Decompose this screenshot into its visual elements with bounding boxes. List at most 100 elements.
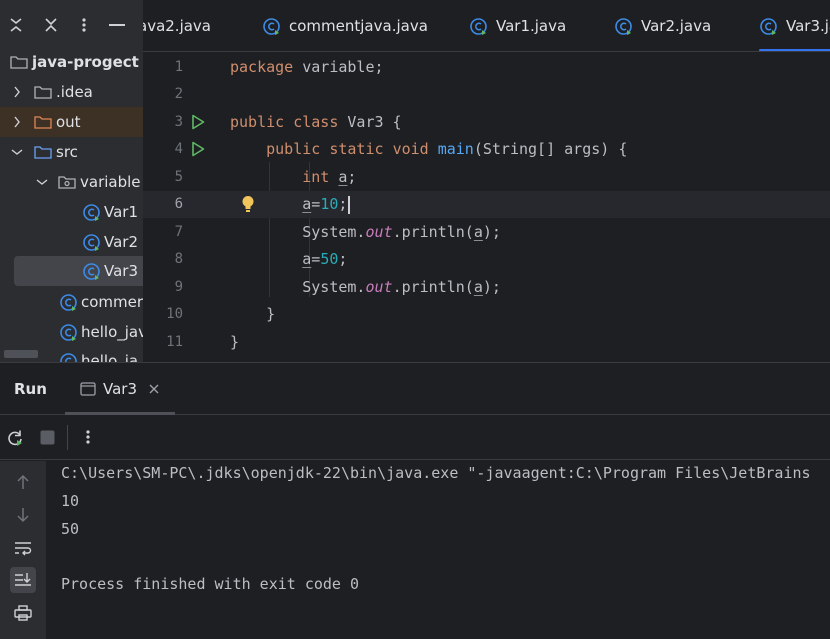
tab-var2-partial[interactable]: ava2.java bbox=[143, 0, 211, 51]
tree-item-variable[interactable]: variable bbox=[0, 167, 143, 197]
scroll-to-end-icon[interactable] bbox=[10, 567, 36, 593]
collapse-all-icon[interactable] bbox=[40, 14, 62, 36]
code-line[interactable]: 10 } bbox=[143, 301, 830, 328]
code-token: ); bbox=[482, 223, 501, 241]
code-token: = bbox=[311, 250, 321, 268]
code-token: a bbox=[302, 195, 312, 213]
code-token: main bbox=[437, 140, 474, 158]
stop-icon[interactable] bbox=[40, 430, 55, 445]
tree-root-project[interactable]: java-progect bbox=[0, 47, 143, 77]
arrow-up-icon[interactable] bbox=[10, 469, 36, 495]
line-number: 3 bbox=[174, 114, 183, 130]
run-config-tab[interactable]: Var3 bbox=[65, 363, 175, 415]
code-line[interactable]: 7 System.out.println(a); bbox=[143, 219, 830, 246]
code-token: 10 bbox=[320, 195, 339, 213]
code-token: .println( bbox=[392, 223, 474, 241]
tree-item-src[interactable]: src bbox=[0, 137, 143, 167]
line-number: 11 bbox=[166, 334, 183, 350]
run-tool-window: Run Var3 C:\Users\SM-PC\.jdks\openjdk-22… bbox=[0, 362, 830, 639]
java-class-icon bbox=[59, 323, 78, 342]
code-line[interactable]: 2 bbox=[143, 81, 830, 108]
code-line[interactable]: 8 a=50; bbox=[143, 246, 830, 273]
code-line[interactable]: 1 package variable; bbox=[143, 54, 830, 81]
tree-label: out bbox=[56, 113, 81, 131]
line-number: 10 bbox=[166, 306, 183, 322]
tab-label: Var3.ja bbox=[786, 17, 830, 35]
code-token: a bbox=[473, 278, 483, 296]
code-line[interactable]: 5 int a; bbox=[143, 164, 830, 191]
package-icon bbox=[58, 175, 76, 189]
more-options-icon[interactable] bbox=[86, 429, 90, 445]
code-token: public bbox=[230, 113, 285, 131]
code-token: ; bbox=[338, 250, 348, 268]
code-line[interactable]: 11 } bbox=[143, 329, 830, 356]
console-line: 10 bbox=[61, 492, 80, 510]
console-line: 50 bbox=[61, 520, 80, 538]
code-token: 50 bbox=[320, 250, 339, 268]
source-folder-icon bbox=[34, 145, 52, 159]
project-panel: java-progect .idea out src variable Var1… bbox=[0, 0, 143, 362]
code-token: int bbox=[302, 168, 330, 186]
chevron-right-icon[interactable] bbox=[10, 85, 24, 99]
print-icon[interactable] bbox=[10, 600, 36, 626]
console-line: C:\Users\SM-PC\.jdks\openjdk-22\bin\java… bbox=[61, 464, 811, 482]
code-token: ; bbox=[338, 195, 348, 213]
code-token: void bbox=[392, 140, 429, 158]
expand-all-icon[interactable] bbox=[5, 14, 27, 36]
java-class-icon bbox=[82, 262, 101, 281]
tree-item-hello-java[interactable]: hello_jav bbox=[0, 317, 143, 347]
code-token: a bbox=[302, 250, 312, 268]
clear-console-icon[interactable] bbox=[10, 631, 36, 639]
code-token: } bbox=[230, 333, 240, 351]
tree-item-var3[interactable]: Var3 bbox=[14, 256, 143, 286]
tab-commentjava[interactable]: commentjava.java bbox=[262, 0, 428, 51]
project-toolbar bbox=[0, 0, 143, 52]
line-number: 1 bbox=[174, 59, 183, 75]
java-class-icon bbox=[82, 233, 101, 252]
tree-item-commentjava[interactable]: commer bbox=[0, 287, 143, 317]
options-menu-icon[interactable] bbox=[73, 14, 95, 36]
run-gutter-icon[interactable] bbox=[189, 140, 207, 158]
tab-var3[interactable]: Var3.ja bbox=[759, 0, 830, 51]
code-token: (String[] args) { bbox=[473, 140, 628, 158]
line-number: 2 bbox=[174, 86, 183, 102]
code-token: Var3 { bbox=[338, 113, 402, 131]
soft-wrap-icon[interactable] bbox=[10, 535, 36, 561]
tree-item-idea[interactable]: .idea bbox=[0, 77, 143, 107]
code-token: class bbox=[293, 113, 339, 131]
line-number: 4 bbox=[174, 141, 183, 157]
rerun-icon[interactable] bbox=[6, 429, 24, 447]
tree-label: hello_jav bbox=[81, 323, 143, 341]
arrow-down-icon[interactable] bbox=[10, 502, 36, 528]
horizontal-scrollbar-thumb[interactable] bbox=[4, 350, 38, 358]
code-token: package bbox=[230, 58, 294, 76]
tree-label: .idea bbox=[56, 83, 93, 101]
tab-var1[interactable]: Var1.java bbox=[469, 0, 566, 51]
code-token: out bbox=[365, 223, 393, 241]
tree-label: java-progect bbox=[32, 53, 139, 71]
run-gutter-icon[interactable] bbox=[189, 113, 207, 131]
code-line-current[interactable]: 6 a=10; bbox=[143, 191, 830, 218]
chevron-right-icon[interactable] bbox=[10, 115, 24, 129]
chevron-down-icon[interactable] bbox=[10, 145, 24, 159]
code-line[interactable]: 3 public class Var3 { bbox=[143, 109, 830, 136]
tab-var2[interactable]: Var2.java bbox=[614, 0, 711, 51]
tree-item-var1[interactable]: Var1 bbox=[0, 197, 143, 227]
code-line[interactable]: 4 public static void main(String[] args)… bbox=[143, 136, 830, 163]
chevron-down-icon[interactable] bbox=[35, 175, 49, 189]
run-header: Run Var3 bbox=[0, 363, 830, 415]
tree-item-out[interactable]: out bbox=[0, 107, 143, 137]
code-editor[interactable]: 1 package variable; 2 3 public class Var… bbox=[143, 53, 830, 362]
code-token: } bbox=[266, 305, 276, 323]
hide-panel-icon[interactable] bbox=[106, 14, 128, 36]
run-side-toolbar bbox=[0, 461, 46, 639]
code-line[interactable]: 9 System.out.println(a); bbox=[143, 274, 830, 301]
code-token: = bbox=[311, 195, 321, 213]
tree-item-var2[interactable]: Var2 bbox=[0, 227, 143, 257]
close-icon[interactable] bbox=[149, 384, 159, 394]
code-token: System. bbox=[302, 278, 366, 296]
line-number: 6 bbox=[174, 196, 183, 212]
run-toolbar bbox=[0, 415, 830, 460]
java-class-icon bbox=[262, 17, 281, 36]
tree-label: Var3 bbox=[104, 262, 138, 280]
